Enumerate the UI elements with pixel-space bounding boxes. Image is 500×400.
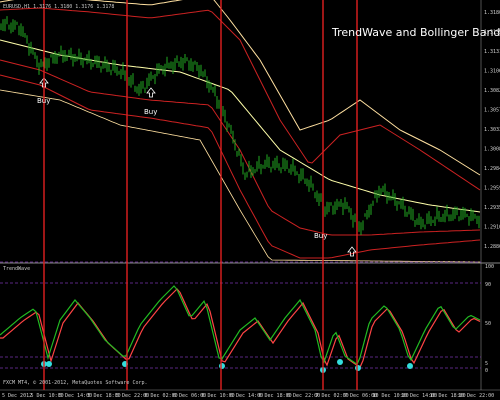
- signal-lines: [43, 0, 358, 390]
- price-tick-label: 1.29595: [484, 186, 500, 192]
- price-tick-label: 1.30820: [484, 88, 500, 94]
- indicator-label: TrendWave: [3, 266, 30, 272]
- bb-center-line: [0, 39, 481, 213]
- price-pane[interactable]: [0, 0, 481, 263]
- symbol-info: EURUSD,H1 1.3176 1.3180 1.3176 1.3178: [3, 4, 114, 10]
- price-tick-label: 1.31800: [484, 10, 500, 16]
- price-tick-label: 1.31065: [484, 69, 500, 75]
- time-tick-label: 10 Dec 22:00: [458, 393, 494, 399]
- buy-label-2: Buy: [144, 108, 157, 116]
- oscillator-green-line: [0, 285, 481, 366]
- indicator-tick-label: 0: [485, 368, 488, 374]
- copyright-text: FXCM MT4, © 2001-2012, MetaQuotes Softwa…: [3, 380, 148, 386]
- price-tick-label: 1.30330: [484, 127, 500, 133]
- overlay-title: TrendWave and Bollinger Bands: [331, 26, 500, 39]
- price-tick-label: 1.30085: [484, 147, 500, 153]
- price-tick-label: 1.30575: [484, 108, 500, 114]
- buy-label-1: Buy: [37, 97, 50, 105]
- indicator-tick-label: 90: [485, 282, 491, 288]
- bb-lower-inner: [0, 59, 481, 236]
- signal-dot: [407, 363, 413, 369]
- price-candles: [0, 16, 480, 235]
- signal-dot: [46, 361, 52, 367]
- price-tick-label: 1.29105: [484, 225, 500, 231]
- mt4-chart-window[interactable]: 1.318001.315551.313101.310651.308201.305…: [0, 0, 500, 400]
- indicator-tick-label: 5: [485, 361, 488, 367]
- time-tick-label: 5 Dec 2012: [2, 393, 32, 399]
- signal-dot: [219, 363, 225, 369]
- buy-arrow-2-icon: [146, 87, 156, 98]
- indicator-pane[interactable]: [0, 261, 481, 373]
- indicator-tick-label: 50: [485, 321, 491, 327]
- signal-dot: [337, 359, 343, 365]
- price-tick-label: 1.29350: [484, 205, 500, 211]
- buy-label-3: Buy: [314, 232, 327, 240]
- price-tick-label: 1.31310: [484, 49, 500, 55]
- price-and-indicator-chart[interactable]: 1.318001.315551.313101.310651.308201.305…: [0, 0, 500, 400]
- price-tick-label: 1.29840: [484, 166, 500, 172]
- bb-lower-extreme: [0, 89, 480, 263]
- indicator-tick-label: 100: [485, 264, 494, 270]
- signal-dot: [355, 365, 361, 371]
- price-tick-label: 1.28860: [484, 244, 500, 250]
